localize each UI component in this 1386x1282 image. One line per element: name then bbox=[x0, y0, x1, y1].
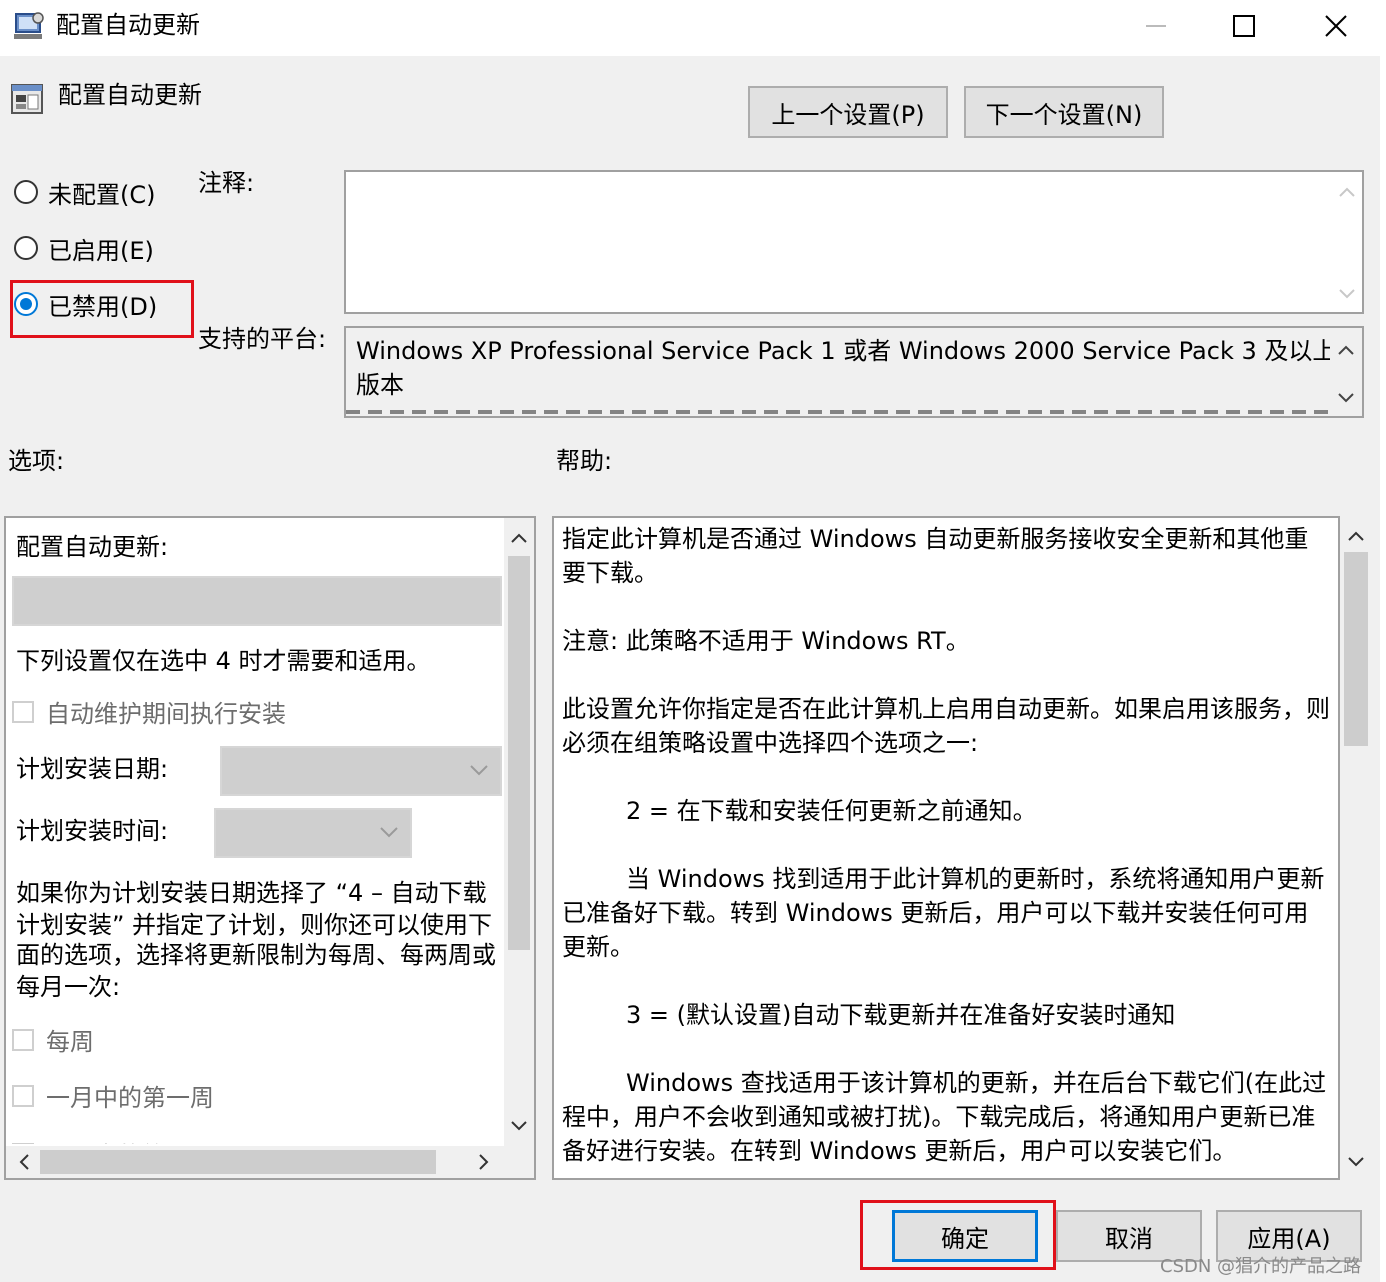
radio-not-configured[interactable]: 未配置(C) bbox=[14, 172, 155, 212]
scroll-up-icon[interactable] bbox=[1334, 338, 1358, 362]
help-line: 程中，用户不会收到通知或被打扰)。下载完成后，将通知用户更新已准 bbox=[562, 1103, 1316, 1131]
help-line: 此设置允许你指定是否在此计算机上启用自动更新。如果启用该服务，则 bbox=[562, 695, 1330, 723]
weekly-checkbox-row[interactable]: 每周 bbox=[12, 1022, 94, 1057]
help-line: 必须在组策略设置中选择四个选项之一: bbox=[562, 729, 979, 757]
watermark: CSDN @猖介的产品之路 bbox=[1160, 1256, 1362, 1277]
options-paragraph-line: 计划安装” 并指定了计划，则你还可以使用下 bbox=[16, 911, 493, 939]
scroll-down-icon[interactable] bbox=[1334, 386, 1358, 410]
help-line: 注意: 此策略不适用于 Windows RT。 bbox=[562, 627, 970, 655]
minimize-button[interactable] bbox=[1110, 0, 1202, 52]
policy-title: 配置自动更新 bbox=[58, 81, 202, 109]
scroll-up-icon[interactable] bbox=[1344, 524, 1368, 548]
checkbox-label: 一月中的第一周 bbox=[46, 1084, 214, 1112]
schedule-time-label: 计划安装时间: bbox=[16, 817, 169, 845]
maximize-icon bbox=[1233, 15, 1255, 37]
chevron-down-icon bbox=[470, 765, 488, 776]
help-line: 更新。 bbox=[562, 933, 634, 961]
scroll-down-icon[interactable] bbox=[507, 1114, 531, 1138]
maximize-button[interactable] bbox=[1198, 0, 1290, 52]
scroll-left-icon[interactable] bbox=[12, 1150, 36, 1174]
options-heading: 选项: bbox=[8, 447, 65, 475]
platform-label: 支持的平台: bbox=[198, 325, 327, 353]
comment-textarea[interactable] bbox=[344, 170, 1364, 314]
minimize-icon bbox=[1146, 25, 1166, 27]
scroll-down-icon[interactable] bbox=[1344, 1150, 1368, 1174]
update-mode-select[interactable] bbox=[12, 576, 502, 626]
platform-box: Windows XP Professional Service Pack 1 或… bbox=[344, 326, 1364, 418]
policy-app-icon bbox=[12, 8, 48, 44]
options-paragraph-line: 面的选项，选择将更新限制为每周、每两周或 bbox=[16, 941, 496, 969]
window-edge bbox=[1380, 0, 1386, 1282]
options-paragraph-line: 如果你为计划安装日期选择了 “4 – 自动下载 bbox=[16, 879, 487, 907]
close-icon bbox=[1325, 15, 1347, 37]
help-line: 已准备好下载。转到 Windows 更新后，用户可以下载并安装任何可用 bbox=[562, 899, 1309, 927]
platform-clipped-line bbox=[346, 410, 1336, 416]
schedule-time-select[interactable] bbox=[214, 808, 412, 858]
help-line: 指定此计算机是否通过 Windows 自动更新服务接收安全更新和其他重 bbox=[562, 525, 1309, 553]
platform-line-2: 版本 bbox=[356, 371, 404, 399]
platform-line-1: Windows XP Professional Service Pack 1 或… bbox=[356, 337, 1337, 365]
platform-scrollbar[interactable] bbox=[1330, 328, 1362, 416]
options-paragraph-line: 每月一次: bbox=[16, 973, 121, 1001]
next-setting-button[interactable]: 下一个设置(N) bbox=[964, 86, 1164, 138]
window-title: 配置自动更新 bbox=[56, 11, 200, 39]
checkbox-label: 自动维护期间执行安装 bbox=[46, 700, 286, 728]
checkbox-label: 一月中的第二周 bbox=[46, 1136, 214, 1144]
radio-circle[interactable] bbox=[14, 236, 38, 260]
scroll-down-icon[interactable] bbox=[1335, 282, 1359, 306]
radio-circle[interactable] bbox=[14, 180, 38, 204]
maintenance-install-checkbox-row[interactable]: 自动维护期间执行安装 bbox=[12, 694, 286, 729]
scroll-thumb[interactable] bbox=[508, 556, 530, 950]
chevron-down-icon bbox=[380, 827, 398, 838]
radio-label: 已启用(E) bbox=[48, 236, 154, 265]
help-line: 要下载。 bbox=[562, 559, 658, 587]
help-line: 3 = (默认设置)自动下载更新并在准备好安装时通知 bbox=[626, 1001, 1176, 1029]
checkbox[interactable] bbox=[12, 700, 34, 723]
radio-enabled[interactable]: 已启用(E) bbox=[14, 228, 154, 268]
scroll-thumb[interactable] bbox=[1344, 552, 1368, 746]
highlight-box-disabled bbox=[10, 280, 194, 338]
options-horizontal-scrollbar[interactable] bbox=[6, 1146, 534, 1178]
help-panel: 指定此计算机是否通过 Windows 自动更新服务接收安全更新和其他重 要下载。… bbox=[552, 516, 1340, 1180]
schedule-day-select[interactable] bbox=[220, 746, 502, 796]
scroll-right-icon[interactable] bbox=[472, 1150, 496, 1174]
scroll-up-icon[interactable] bbox=[1335, 180, 1359, 204]
help-line: 当 Windows 找到适用于此计算机的更新时，系统将通知用户更新 bbox=[626, 865, 1325, 893]
checkbox[interactable] bbox=[12, 1028, 34, 1051]
schedule-day-label: 计划安装日期: bbox=[16, 755, 169, 783]
checkbox[interactable] bbox=[12, 1084, 34, 1107]
policy-setting-icon bbox=[10, 82, 44, 116]
help-vertical-scrollbar[interactable] bbox=[1340, 516, 1372, 1180]
checkbox[interactable] bbox=[12, 1142, 34, 1144]
first-week-checkbox-row[interactable]: 一月中的第一周 bbox=[12, 1078, 214, 1113]
highlight-box-ok bbox=[860, 1200, 1056, 1270]
scroll-up-icon[interactable] bbox=[507, 526, 531, 550]
options-note: 下列设置仅在选中 4 时才需要和适用。 bbox=[16, 647, 431, 675]
help-line: 2 = 在下载和安装任何更新之前通知。 bbox=[626, 797, 1037, 825]
scroll-thumb[interactable] bbox=[40, 1150, 436, 1174]
comment-label: 注释: bbox=[198, 169, 255, 197]
help-line: 备好进行安装。在转到 Windows 更新后，用户可以安装它们。 bbox=[562, 1137, 1237, 1165]
help-heading: 帮助: bbox=[556, 447, 613, 475]
previous-setting-button[interactable]: 上一个设置(P) bbox=[748, 86, 948, 138]
help-line: Windows 查找适用于该计算机的更新，并在后台下载它们(在此过 bbox=[626, 1069, 1327, 1097]
radio-label: 未配置(C) bbox=[48, 180, 156, 209]
comment-scrollbar[interactable] bbox=[1332, 172, 1362, 312]
checkbox-label: 每周 bbox=[46, 1028, 94, 1056]
close-button[interactable] bbox=[1290, 0, 1382, 52]
options-title: 配置自动更新: bbox=[16, 533, 169, 561]
partial-checkbox-row: 一月中的第二周 bbox=[12, 1132, 214, 1144]
options-vertical-scrollbar[interactable] bbox=[504, 518, 534, 1146]
options-panel: 配置自动更新: 下列设置仅在选中 4 时才需要和适用。 自动维护期间执行安装 计… bbox=[4, 516, 536, 1180]
